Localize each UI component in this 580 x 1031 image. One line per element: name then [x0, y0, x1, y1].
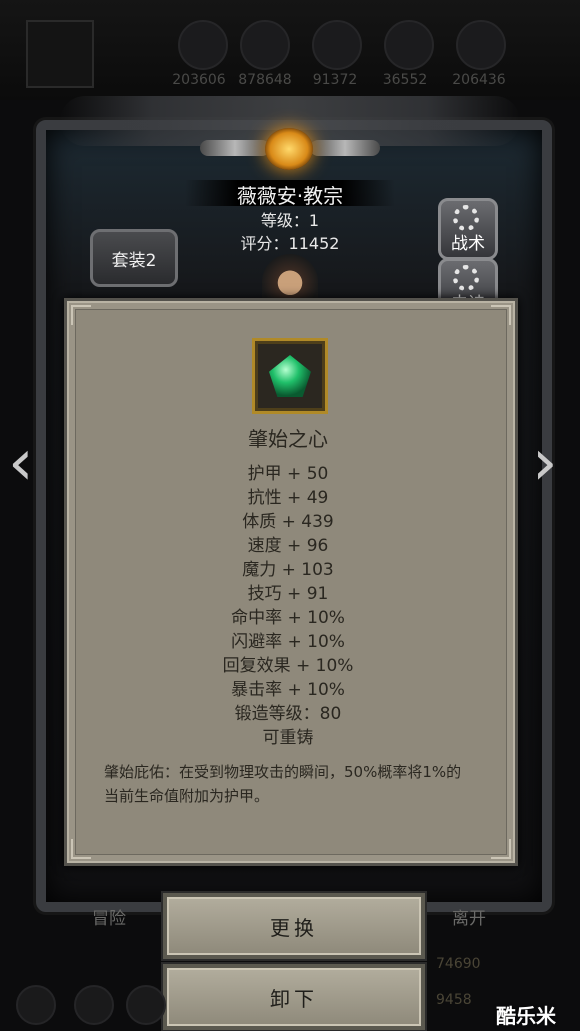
- swap-icon: [453, 265, 479, 291]
- menu-slot[interactable]: [26, 20, 94, 88]
- stat-line: 锻造等级：80: [234, 704, 342, 724]
- set-button[interactable]: 套装2: [90, 229, 178, 287]
- stat-line: 回复效果 + 10%: [222, 656, 354, 676]
- tactics-label: 战术: [451, 234, 485, 254]
- stat-line: 速度 + 96: [247, 536, 329, 556]
- item-stats: 护甲 + 50 抗性 + 49 体质 + 439 速度 + 96 魔力 + 10…: [64, 462, 512, 750]
- gear-icon: [453, 205, 479, 231]
- tactics-button[interactable]: 战术: [438, 198, 498, 260]
- resource-value: 203606: [172, 72, 226, 88]
- stat-line: 技巧 + 91: [247, 584, 329, 604]
- bottom-nav-icon[interactable]: [16, 985, 56, 1025]
- character-portrait: [262, 254, 318, 302]
- emblem-wing-right: [310, 140, 380, 156]
- item-description: 肇始庇佑：在受到物理攻击的瞬间，50%概率将1%的当前生命值附加为护甲。: [104, 763, 462, 805]
- item-icon-frame: [252, 338, 328, 414]
- prev-arrow-icon[interactable]: ‹: [8, 431, 34, 495]
- stat-line: 命中率 + 10%: [231, 608, 345, 628]
- leave-label[interactable]: 离开: [452, 904, 486, 929]
- resource-icon: [240, 20, 290, 70]
- next-arrow-icon[interactable]: ›: [532, 431, 558, 495]
- stat-line: 抗性 + 49: [247, 488, 329, 508]
- stat-line: 魔力 + 103: [242, 560, 334, 580]
- green-gem-icon: [269, 355, 311, 397]
- stat-line: 护甲 + 50: [247, 464, 329, 484]
- stat-line: 体质 + 439: [242, 512, 334, 532]
- stat-line: 暴击率 + 10%: [231, 680, 345, 700]
- bottom-nav-icon[interactable]: [126, 985, 166, 1025]
- watermark-logo: 酷乐米: [496, 1004, 556, 1028]
- resource-value: 91372: [312, 72, 358, 88]
- item-name: 肇始之心: [248, 427, 328, 451]
- stat-line: 闪避率 + 10%: [231, 632, 345, 652]
- emblem-wing-left: [200, 140, 270, 156]
- replace-button[interactable]: 更换: [163, 893, 425, 959]
- emblem-icon: [265, 128, 313, 170]
- resource-icon: [456, 20, 506, 70]
- panel-corner: [491, 839, 511, 859]
- resource-icon: [384, 20, 434, 70]
- panel-corner: [491, 305, 511, 325]
- unequip-button[interactable]: 卸下: [163, 964, 425, 1030]
- gem-value: 9458: [436, 992, 472, 1008]
- resource-value: 878648: [238, 72, 292, 88]
- resource-value: 36552: [382, 72, 428, 88]
- resource-value: 206436: [452, 72, 506, 88]
- panel-corner: [71, 305, 91, 325]
- gold-value: 74690: [436, 956, 481, 972]
- bottom-nav-icon[interactable]: [74, 985, 114, 1025]
- panel-corner: [71, 839, 91, 859]
- resource-icon: [312, 20, 362, 70]
- adventure-label[interactable]: 冒险: [92, 904, 126, 929]
- stat-line: 可重铸: [262, 728, 314, 748]
- resource-icon: [178, 20, 228, 70]
